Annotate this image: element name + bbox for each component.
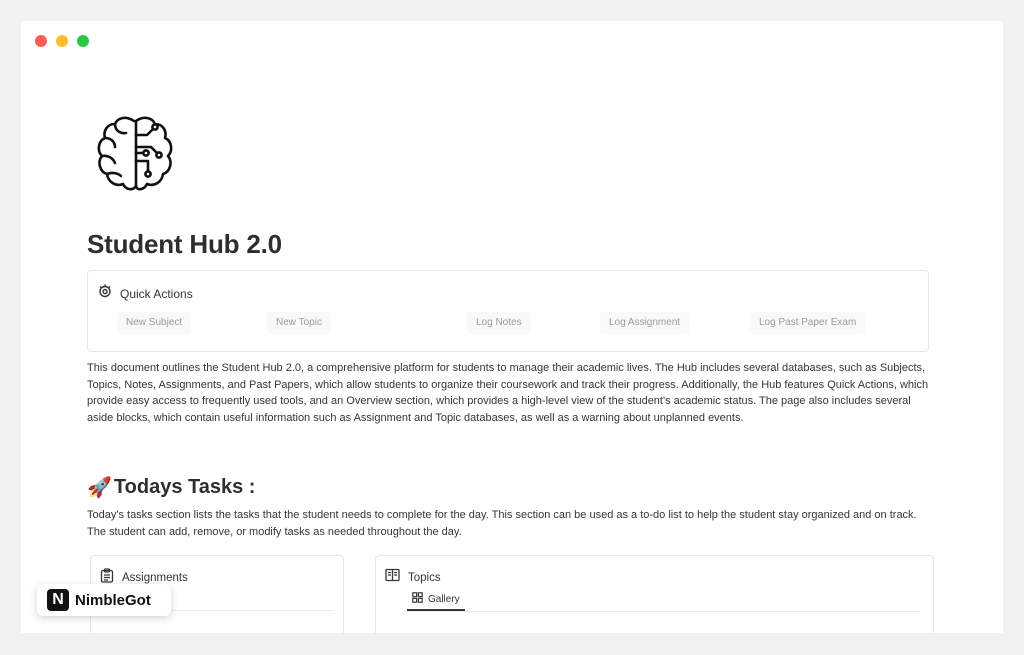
assignments-label: Assignments <box>122 572 188 584</box>
brain-circuit-icon[interactable] <box>91 109 181 199</box>
log-assignment-button[interactable]: Log Assignment <box>600 312 690 334</box>
log-notes-button[interactable]: Log Notes <box>467 312 531 334</box>
tab-gallery-label: Gallery <box>428 593 460 605</box>
book-icon <box>385 568 400 587</box>
topics-label: Topics <box>408 571 441 584</box>
tab-gallery[interactable]: Gallery <box>412 592 460 606</box>
close-window-button[interactable] <box>35 35 47 47</box>
maximize-window-button[interactable] <box>77 35 89 47</box>
rocket-icon: 🚀 <box>87 477 112 499</box>
page-title: Student Hub 2.0 <box>87 229 282 259</box>
nimblegot-logo-icon: N <box>47 589 69 611</box>
nimblegot-brand: NimbleGot <box>75 591 151 609</box>
minimize-window-button[interactable] <box>56 35 68 47</box>
topics-database[interactable]: Topics Gallery <box>375 555 934 633</box>
gear-icon <box>97 283 113 304</box>
todays-tasks-title: Todays Tasks : <box>113 476 256 498</box>
app-window: Student Hub 2.0 Quick Actions New Subjec… <box>21 21 1003 633</box>
grid-icon <box>412 592 423 606</box>
todays-tasks-description: Today's tasks section lists the tasks th… <box>87 509 917 538</box>
topics-header: Topics <box>385 568 441 587</box>
quick-actions-label: Quick Actions <box>120 286 193 301</box>
log-past-paper-exam-button[interactable]: Log Past Paper Exam <box>750 312 866 334</box>
new-topic-button[interactable]: New Topic <box>267 312 331 334</box>
quick-actions-header: Quick Actions <box>97 283 193 304</box>
quick-actions-panel: Quick Actions New Subject New Topic Log … <box>87 270 929 352</box>
todays-tasks-heading: 🚀 Todays Tasks : <box>87 475 255 500</box>
nimblegot-badge[interactable]: N NimbleGot <box>37 584 171 616</box>
new-subject-button[interactable]: New Subject <box>117 312 192 334</box>
window-controls <box>35 35 89 47</box>
intro-paragraph: This document outlines the Student Hub 2… <box>87 362 929 424</box>
topics-divider <box>407 611 920 612</box>
